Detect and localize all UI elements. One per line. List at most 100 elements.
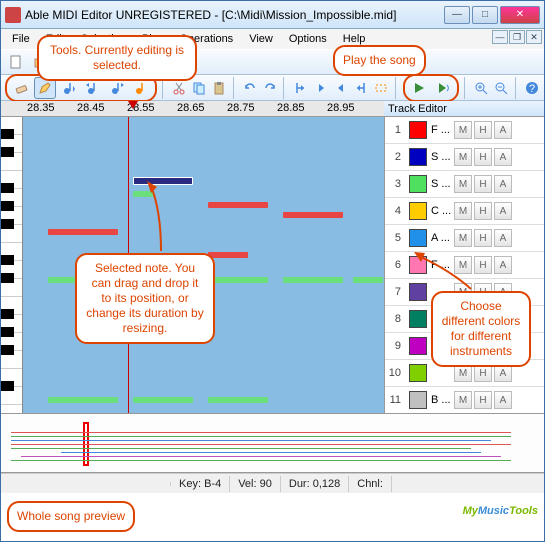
menu-view[interactable]: View <box>242 31 280 47</box>
close-button[interactable]: ✕ <box>500 6 540 24</box>
track-hide-button[interactable]: H <box>474 175 492 193</box>
track-arm-button[interactable]: A <box>494 121 512 139</box>
track-color-swatch[interactable] <box>409 283 427 301</box>
midi-note[interactable] <box>353 277 383 283</box>
watermark-logo: MyMusicTools <box>463 501 538 519</box>
track-mute-button[interactable]: M <box>454 175 472 193</box>
track-number: 4 <box>385 205 405 217</box>
track-row[interactable]: 6 F ... M H A <box>385 252 544 279</box>
track-arm-button[interactable]: A <box>494 175 512 193</box>
track-color-swatch[interactable] <box>409 148 427 166</box>
track-color-swatch[interactable] <box>409 175 427 193</box>
midi-note[interactable] <box>208 252 248 258</box>
statusbar: Key: B-4 Vel: 90 Dur: 0,128 Chnl: <box>1 473 544 493</box>
track-mute-button[interactable]: M <box>454 391 472 409</box>
ruler-tick: 28.35 <box>27 102 55 114</box>
playhead-marker[interactable] <box>128 101 138 109</box>
undo-button[interactable] <box>241 77 258 99</box>
track-row[interactable]: 11 B ... M H A <box>385 387 544 413</box>
track-mute-button[interactable]: M <box>454 148 472 166</box>
midi-note[interactable] <box>208 277 268 283</box>
track-row[interactable]: 1 F ... M H A <box>385 117 544 144</box>
sel-prev-button[interactable] <box>312 77 329 99</box>
status-channel: Chnl: <box>349 476 392 492</box>
track-color-swatch[interactable] <box>409 121 427 139</box>
maximize-button[interactable]: □ <box>472 6 498 24</box>
track-arm-button[interactable]: A <box>494 148 512 166</box>
track-arm-button[interactable]: A <box>494 256 512 274</box>
paste-button[interactable] <box>211 77 228 99</box>
track-mute-button[interactable]: M <box>454 256 472 274</box>
redo-button[interactable] <box>261 77 278 99</box>
track-editor-panel: 1 F ... M H A2 S ... M H A3 S ... M H A4… <box>384 117 544 413</box>
doc-restore-button[interactable]: ❐ <box>509 30 525 44</box>
track-row[interactable]: 3 S ... M H A <box>385 171 544 198</box>
sel-all-button[interactable] <box>372 77 389 99</box>
track-number: 1 <box>385 124 405 136</box>
track-hide-button[interactable]: H <box>474 202 492 220</box>
callout-play: Play the song <box>333 45 426 76</box>
callout-tools: Tools. Currently editing is selected. <box>37 35 197 81</box>
midi-note[interactable] <box>133 397 193 403</box>
track-color-swatch[interactable] <box>409 364 427 382</box>
piano-keyboard[interactable] <box>1 117 23 413</box>
track-color-swatch[interactable] <box>409 337 427 355</box>
midi-note[interactable] <box>283 212 343 218</box>
midi-note[interactable] <box>48 229 118 235</box>
track-color-swatch[interactable] <box>409 391 427 409</box>
ruler-tick: 28.85 <box>277 102 305 114</box>
sel-end-button[interactable] <box>352 77 369 99</box>
track-hide-button[interactable]: H <box>474 121 492 139</box>
track-color-swatch[interactable] <box>409 202 427 220</box>
track-mute-button[interactable]: M <box>454 229 472 247</box>
track-hide-button[interactable]: H <box>474 229 492 247</box>
callout-note: Selected note. You can drag and drop it … <box>75 253 215 344</box>
new-button[interactable] <box>5 51 27 73</box>
doc-minimize-button[interactable]: — <box>492 30 508 44</box>
track-arm-button[interactable]: A <box>494 229 512 247</box>
doc-close-button[interactable]: ✕ <box>526 30 542 44</box>
track-hide-button[interactable]: H <box>474 391 492 409</box>
midi-note[interactable] <box>208 202 268 208</box>
midi-note[interactable] <box>283 277 343 283</box>
zoom-in-button[interactable] <box>472 77 489 99</box>
callout-preview: Whole song preview <box>7 501 135 532</box>
play-button[interactable] <box>408 77 430 99</box>
sel-start-button[interactable] <box>292 77 309 99</box>
track-arm-button[interactable]: A <box>494 391 512 409</box>
midi-note[interactable] <box>48 397 118 403</box>
help-button[interactable]: ? <box>523 77 540 99</box>
sel-next-button[interactable] <box>332 77 349 99</box>
track-mute-button[interactable]: M <box>454 202 472 220</box>
status-key: Key: B-4 <box>171 476 230 492</box>
timeline-ruler[interactable]: 28.35 28.45 28.55 28.65 28.75 28.85 28.9… <box>1 101 544 117</box>
track-color-swatch[interactable] <box>409 310 427 328</box>
midi-note[interactable] <box>208 397 268 403</box>
zoom-out-button[interactable] <box>492 77 509 99</box>
copy-button[interactable] <box>191 77 208 99</box>
song-preview[interactable] <box>1 413 544 473</box>
track-row[interactable]: 2 S ... M H A <box>385 144 544 171</box>
eraser-tool[interactable] <box>10 77 32 99</box>
play-loop-button[interactable] <box>432 77 454 99</box>
track-color-swatch[interactable] <box>409 256 427 274</box>
track-name: F ... <box>431 259 453 271</box>
track-row[interactable]: 5 A ... M H A <box>385 225 544 252</box>
status-duration: Dur: 0,128 <box>281 476 349 492</box>
ruler-tick: 28.95 <box>327 102 355 114</box>
minimize-button[interactable]: — <box>444 6 470 24</box>
track-mute-button[interactable]: M <box>454 121 472 139</box>
app-icon <box>5 7 21 23</box>
track-color-swatch[interactable] <box>409 229 427 247</box>
midi-note-selected[interactable] <box>133 177 193 185</box>
track-arm-button[interactable]: A <box>494 202 512 220</box>
track-row[interactable]: 4 C ... M H A <box>385 198 544 225</box>
midi-note[interactable] <box>133 191 153 197</box>
menu-options[interactable]: Options <box>282 31 334 47</box>
menu-file[interactable]: File <box>5 31 37 47</box>
track-name: C ... <box>431 205 453 217</box>
track-hide-button[interactable]: H <box>474 148 492 166</box>
track-hide-button[interactable]: H <box>474 256 492 274</box>
play-group <box>403 74 459 102</box>
track-number: 2 <box>385 151 405 163</box>
